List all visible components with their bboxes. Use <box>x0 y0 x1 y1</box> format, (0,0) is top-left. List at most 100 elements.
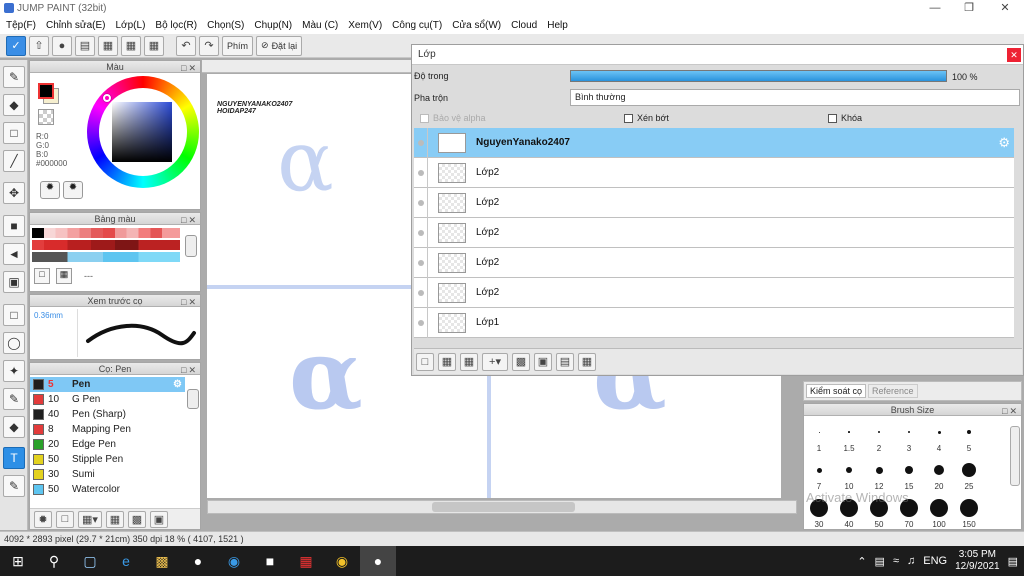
menu-select[interactable]: Chọn(S) <box>203 20 250 31</box>
layer-duplicate-icon[interactable]: ▣ <box>534 352 552 371</box>
minimize-button[interactable]: — <box>918 0 952 16</box>
clock[interactable]: 3:05 PM 12/9/2021 <box>955 549 1000 573</box>
eyedropper-tool-icon[interactable]: ✎ <box>3 475 25 497</box>
layer-folder-icon[interactable]: ▩ <box>512 352 530 371</box>
brush-item-g-pen[interactable]: 10 G Pen <box>30 392 185 407</box>
app-icon-4[interactable]: ■ <box>252 546 288 576</box>
speech-bubble-icon[interactable]: ● <box>52 35 72 56</box>
layer-row-lop2[interactable]: Lớp2 <box>414 187 1014 218</box>
horizontal-scrollbar[interactable] <box>207 500 797 514</box>
menu-window[interactable]: Cửa sổ(W) <box>448 20 507 31</box>
gear-icon[interactable]: ⚙ <box>173 379 182 390</box>
layer-row-lop2[interactable]: Lớp2 <box>414 247 1014 278</box>
lock-checkbox[interactable]: Khóa <box>828 113 862 123</box>
undo-icon[interactable]: ↶ <box>176 35 196 56</box>
delete-layer-icon[interactable]: ▦ <box>578 352 596 371</box>
color-mixer-icon[interactable]: ✹ <box>40 181 60 199</box>
task-view-icon[interactable]: ▢ <box>72 546 108 576</box>
brush-size-dot[interactable] <box>907 430 911 434</box>
menu-layer[interactable]: Lớp(L) <box>112 20 152 31</box>
check-icon[interactable]: ✓ <box>6 35 26 56</box>
new-layer-copy-icon[interactable]: ▦ <box>438 352 456 371</box>
reset-button[interactable]: ⊘ Đặt lại <box>256 35 303 56</box>
panel-buttons[interactable]: □✕ <box>181 214 198 226</box>
panel-buttons[interactable]: □✕ <box>1002 405 1019 417</box>
search-icon[interactable]: ⚲ <box>36 546 72 576</box>
wand-tool-icon[interactable]: ✦ <box>3 360 25 382</box>
brush-size-dot[interactable] <box>848 431 850 433</box>
alpha-protect-checkbox[interactable]: Bảo vệ alpha <box>420 113 486 123</box>
layer-row-lop2[interactable]: Lớp2 <box>414 157 1014 188</box>
blend-mode-select[interactable]: Bình thường <box>570 89 1020 106</box>
layer-merge-icon[interactable]: ▤ <box>556 352 574 371</box>
clip-checkbox[interactable]: Xén bớt <box>624 113 669 123</box>
panel-buttons[interactable]: □✕ <box>181 296 198 308</box>
layer-visibility-toggle[interactable] <box>414 247 428 278</box>
menu-help[interactable]: Help <box>543 20 574 31</box>
panel-buttons[interactable]: □✕ <box>181 62 198 74</box>
brush-item-watercolor[interactable]: 50 Watercolor <box>30 482 185 497</box>
horizontal-scroll-thumb[interactable] <box>432 502 575 512</box>
brush-item-pen-sharp[interactable]: 40 Pen (Sharp) <box>30 407 185 422</box>
brush-size-dot[interactable] <box>962 463 976 477</box>
brush-tool-icon[interactable]: ✎ <box>3 66 25 88</box>
volume-icon[interactable]: ♫ <box>907 555 915 567</box>
layer-visibility-toggle[interactable] <box>414 277 428 308</box>
file-explorer-icon[interactable]: ▩ <box>144 546 180 576</box>
palette-swatches[interactable] <box>32 228 180 262</box>
brush-size-dot[interactable] <box>937 430 941 434</box>
app-icon-5[interactable]: ▦ <box>288 546 324 576</box>
language-indicator[interactable]: ENG <box>923 555 947 567</box>
brush-item-sumi[interactable]: 30 Sumi <box>30 467 185 482</box>
saturation-square[interactable] <box>112 102 172 162</box>
chrome-icon[interactable]: ◉ <box>324 546 360 576</box>
brush-size-dot[interactable] <box>875 466 883 474</box>
doc-icon[interactable]: ▦ <box>121 35 141 56</box>
jump-paint-taskbar-icon[interactable]: ● <box>360 546 396 576</box>
new-palette-icon[interactable]: □ <box>34 268 50 284</box>
notification-icon[interactable]: ▤ <box>1008 555 1018 568</box>
layer-import-icon[interactable]: ▦ <box>460 352 478 371</box>
layer-visibility-toggle[interactable] <box>414 217 428 248</box>
hue-marker[interactable] <box>103 94 111 102</box>
redo-icon[interactable]: ↷ <box>199 35 219 56</box>
text-tool-icon[interactable]: T <box>3 447 25 469</box>
brush-folder-icon[interactable]: ▩ <box>128 510 146 528</box>
menu-color[interactable]: Màu (C) <box>298 20 344 31</box>
rect-select-tool-icon[interactable]: □ <box>3 304 25 326</box>
brush-copy-icon[interactable]: ▦ <box>106 510 124 528</box>
line-tool-icon[interactable]: ╱ <box>3 150 25 172</box>
brush-item-edge-pen[interactable]: 20 Edge Pen <box>30 437 185 452</box>
maximize-button[interactable]: ❐ <box>952 0 986 16</box>
layer-visibility-toggle[interactable] <box>414 307 428 338</box>
color-history-icon[interactable]: ✹ <box>63 181 83 199</box>
edge-icon[interactable]: e <box>108 546 144 576</box>
bucket-tool-icon[interactable]: ◄ <box>3 243 25 265</box>
menu-capture[interactable]: Chụp(N) <box>250 20 298 31</box>
delete-palette-icon[interactable]: ▦ <box>56 268 72 284</box>
brush-size-dot[interactable] <box>818 431 820 433</box>
fill-rect-tool-icon[interactable]: ■ <box>3 215 25 237</box>
brush-size-dot[interactable] <box>878 431 880 433</box>
upload-icon[interactable]: ⇧ <box>29 35 49 56</box>
layer-row-lop1[interactable]: Lớp1 <box>414 307 1014 338</box>
brush-size-dot[interactable] <box>905 466 913 474</box>
layer-row-lop2[interactable]: Lớp2 <box>414 217 1014 248</box>
select-eraser-tool-icon[interactable]: ◆ <box>3 416 25 438</box>
grid-icon[interactable]: ▦ <box>144 35 164 56</box>
layer-row-nguyenyanako2407[interactable]: NguyenYanako2407 ⚙ <box>414 127 1014 158</box>
comment-icon[interactable]: ▤ <box>75 35 95 56</box>
layer-settings-gear-icon[interactable]: ⚙ <box>998 135 1010 151</box>
layer-visibility-toggle[interactable] <box>414 127 428 158</box>
foreground-color-swatch[interactable] <box>38 83 54 99</box>
move-tool-icon[interactable]: ✥ <box>3 182 25 204</box>
transparent-swatch[interactable] <box>38 109 54 125</box>
tab-brush-control[interactable]: Kiểm soát cọ <box>806 384 867 398</box>
brush-item-pen[interactable]: 5 Pen ⚙ <box>30 377 185 392</box>
menu-file[interactable]: Tệp(F) <box>2 20 42 31</box>
brush-list-scrollbar[interactable] <box>187 389 199 409</box>
network-icon[interactable]: ▤ <box>875 555 885 568</box>
shortcut-button[interactable]: Phím <box>222 35 254 56</box>
brush-duplicate-icon[interactable]: ▣ <box>150 510 168 528</box>
panel-buttons[interactable]: □✕ <box>181 364 198 376</box>
